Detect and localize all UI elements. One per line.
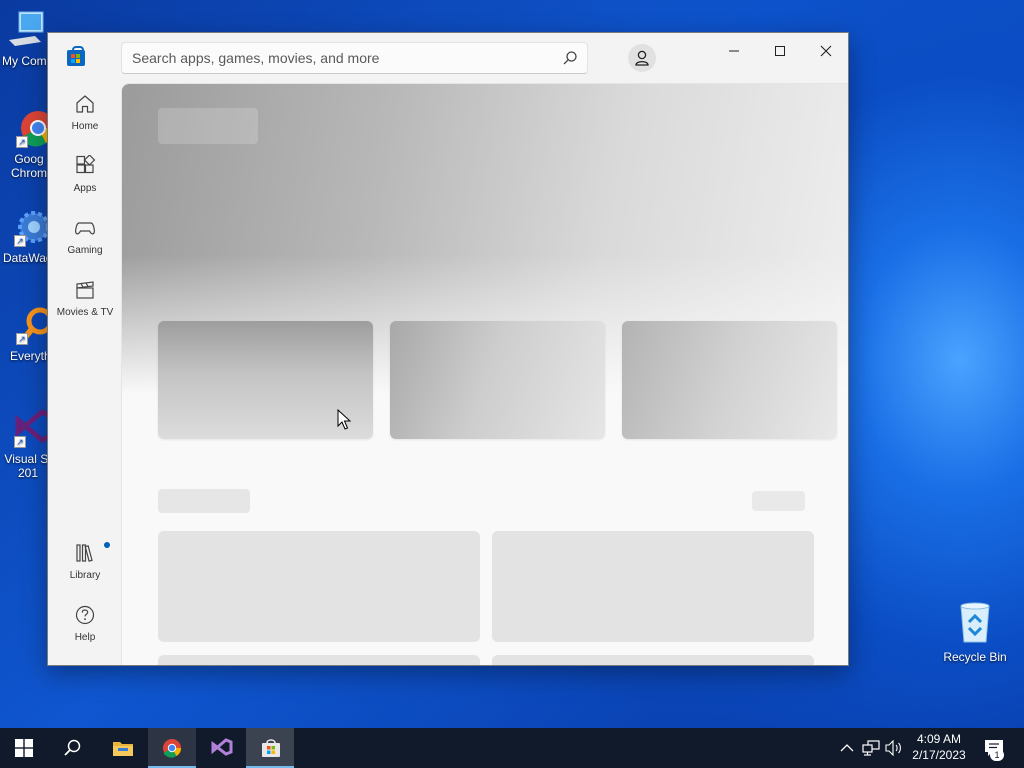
chrome-icon (163, 739, 182, 758)
featured-card-placeholder[interactable] (622, 321, 837, 439)
recycle-bin-label: Recycle Bin (943, 650, 1007, 664)
desktop-icon-label: Goog Chrom (10, 152, 47, 180)
start-button[interactable] (0, 728, 48, 768)
mouse-cursor-icon (337, 409, 351, 430)
shortcut-arrow-icon: ↗ (16, 136, 28, 148)
sidebar-item-help[interactable]: Help (52, 596, 118, 652)
sidebar-item-library[interactable]: Library (52, 534, 118, 590)
content-tile-placeholder[interactable] (492, 655, 814, 665)
search-icon[interactable] (562, 50, 578, 66)
content-tile-placeholder[interactable] (158, 531, 480, 642)
apps-icon (76, 155, 96, 174)
action-center-button[interactable]: 1 (976, 728, 1024, 768)
clock-date: 2/17/2023 (912, 748, 966, 762)
sidebar-nav: Home Apps Gaming Movies & TV Library Hel… (48, 83, 121, 665)
taskbar-file-explorer[interactable] (98, 728, 146, 768)
sidebar-item-movies-tv[interactable]: Movies & TV (52, 271, 118, 327)
minimize-button[interactable] (711, 36, 757, 66)
sidebar-item-gaming[interactable]: Gaming (52, 209, 118, 265)
shortcut-arrow-icon: ↗ (16, 333, 28, 345)
recycle-bin-icon (960, 602, 990, 643)
library-icon (76, 544, 93, 562)
folder-icon (113, 742, 133, 756)
desktop-icon-my-computer[interactable]: My Com (0, 10, 50, 68)
shortcut-arrow-icon: ↗ (14, 436, 26, 448)
clapperboard-icon (76, 281, 94, 299)
sidebar-item-label: Library (69, 570, 101, 581)
gamepad-icon (75, 222, 95, 235)
maximize-button[interactable] (757, 36, 803, 66)
see-all-placeholder[interactable] (752, 491, 805, 511)
search-input[interactable] (132, 43, 557, 73)
account-button[interactable] (628, 44, 656, 72)
system-tray (834, 728, 906, 768)
visual-studio-icon (211, 738, 233, 756)
taskbar-chrome[interactable] (148, 728, 196, 768)
home-icon (76, 95, 94, 113)
store-logo-icon (67, 46, 85, 66)
taskbar-clock[interactable]: 4:09 AM 2/17/2023 (906, 731, 972, 763)
notification-count-badge: 1 (990, 749, 1004, 761)
close-button[interactable] (803, 36, 848, 66)
sidebar-item-apps[interactable]: Apps (52, 147, 118, 203)
taskbar-microsoft-store[interactable] (246, 728, 294, 768)
minimize-icon (729, 50, 739, 52)
person-icon (635, 50, 649, 66)
store-bag-icon (262, 739, 280, 757)
title-bar[interactable] (48, 33, 848, 83)
content-tile-placeholder[interactable] (492, 531, 814, 642)
search-icon (64, 739, 81, 756)
monitor-icon (5, 10, 45, 50)
featured-card-placeholder[interactable] (390, 321, 605, 439)
chevron-up-icon[interactable] (840, 743, 854, 753)
close-icon (820, 45, 832, 57)
sidebar-item-label: Gaming (67, 245, 103, 256)
network-icon[interactable] (862, 740, 880, 756)
clock-time: 4:09 AM (916, 732, 962, 746)
sidebar-item-label: Movies & TV (56, 307, 114, 318)
desktop-icon-label: Visual St 201 (4, 452, 52, 480)
taskbar: 4:09 AM 2/17/2023 1 (0, 728, 1024, 768)
sidebar-item-label: Apps (73, 183, 97, 194)
windows-logo-icon (15, 739, 33, 757)
section-title-placeholder (158, 489, 250, 513)
desktop-icon-recycle-bin[interactable]: Recycle Bin (940, 600, 1010, 664)
taskbar-visual-studio[interactable] (197, 728, 245, 768)
content-tile-placeholder[interactable] (158, 655, 480, 665)
help-icon (75, 605, 95, 625)
hero-title-placeholder (158, 108, 258, 144)
sidebar-item-home[interactable]: Home (52, 85, 118, 141)
maximize-icon (775, 46, 785, 56)
search-button[interactable] (48, 728, 96, 768)
sidebar-item-label: Help (74, 632, 96, 643)
desktop-icon-label: My Com (2, 54, 47, 68)
home-content-loading (121, 83, 848, 665)
store-window: Home Apps Gaming Movies & TV (47, 32, 849, 666)
library-update-dot (104, 542, 110, 548)
volume-icon[interactable] (885, 740, 903, 756)
shortcut-arrow-icon: ↗ (14, 235, 26, 247)
search-box[interactable] (121, 42, 588, 74)
sidebar-item-label: Home (71, 121, 99, 132)
